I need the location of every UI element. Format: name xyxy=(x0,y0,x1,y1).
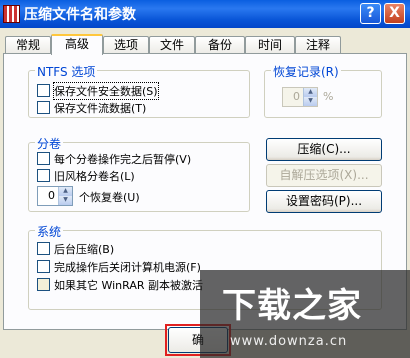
recovery-volumes-label: 个恢复卷(U) xyxy=(79,191,140,204)
tab-options[interactable]: 选项 xyxy=(103,36,149,54)
spin-up-icon[interactable]: ▲ xyxy=(304,88,317,97)
volumes-group-label: 分卷 xyxy=(35,135,64,152)
ntfs-group-label: NTFS 选项 xyxy=(35,63,98,80)
spinner-value: 0 xyxy=(293,90,300,103)
save-security-checkbox[interactable]: 保存文件安全数据(S) xyxy=(37,81,159,100)
watermark: 下载之家 www.downza.cn xyxy=(200,270,410,358)
window-title: 压缩文件名和参数 xyxy=(24,7,136,23)
old-style-names-checkbox[interactable]: 旧风格分卷名(L) xyxy=(37,168,135,183)
watermark-logo-text: 下载之家 xyxy=(222,286,362,326)
checkbox-box[interactable] xyxy=(37,84,50,97)
set-password-button[interactable]: 设置密码(P)... xyxy=(266,190,382,213)
checkbox-box[interactable] xyxy=(37,278,50,291)
checkbox-label: 如果其它 WinRAR 副本被激活 xyxy=(54,278,204,292)
tab-comment[interactable]: 注释 xyxy=(295,36,341,54)
save-streams-checkbox[interactable]: 保存文件流数据(T) xyxy=(37,100,146,115)
checkbox-label: 保存文件安全数据(S) xyxy=(53,81,159,100)
checkbox-box[interactable] xyxy=(37,169,50,182)
checkbox-label: 旧风格分卷名(L) xyxy=(54,169,135,183)
checkbox-label: 后台压缩(B) xyxy=(54,242,115,256)
checkbox-box[interactable] xyxy=(37,152,50,165)
checkbox-label: 保存文件流数据(T) xyxy=(54,101,147,115)
tab-time[interactable]: 时间 xyxy=(245,36,295,54)
checkbox-box[interactable] xyxy=(37,101,50,114)
spin-down-icon[interactable]: ▼ xyxy=(304,97,317,106)
system-group-label: 系统 xyxy=(35,223,64,240)
help-button[interactable]: ? xyxy=(360,3,381,24)
tab-backup[interactable]: 备份 xyxy=(195,36,245,54)
spinner-value: 0 xyxy=(48,189,55,202)
recovery-percent-spinner[interactable]: 0 ▲ ▼ xyxy=(282,87,318,107)
checkbox-box[interactable] xyxy=(37,260,50,273)
ntfs-group: NTFS 选项 保存文件安全数据(S) 保存文件流数据(T) xyxy=(28,63,250,118)
tab-general[interactable]: 常规 xyxy=(5,36,51,54)
spin-up-icon[interactable]: ▲ xyxy=(59,187,72,196)
sfx-options-button[interactable]: 自解压选项(X)... xyxy=(266,164,382,187)
close-button[interactable]: X xyxy=(384,3,405,24)
checkbox-label: 每个分卷操作完之后暂停(V) xyxy=(54,152,192,166)
volumes-group: 分卷 每个分卷操作完之后暂停(V) 旧风格分卷名(L) 0 ▲ ▼ 个恢复卷(U) xyxy=(28,135,250,212)
tab-files[interactable]: 文件 xyxy=(149,36,195,54)
background-archiving-checkbox[interactable]: 后台压缩(B) xyxy=(37,241,114,256)
title-bar: 压缩文件名和参数 ? X xyxy=(0,0,410,28)
wait-other-winrar-checkbox[interactable]: 如果其它 WinRAR 副本被激活 xyxy=(37,277,203,292)
shutdown-when-done-checkbox[interactable]: 完成操作后关闭计算机电源(F) xyxy=(37,259,201,274)
watermark-url: www.downza.cn xyxy=(230,334,348,349)
recovery-volumes-spinner[interactable]: 0 ▲ ▼ xyxy=(37,186,73,206)
checkbox-box[interactable] xyxy=(37,242,50,255)
recovery-group: 恢复记录(R) 0 ▲ ▼ % xyxy=(264,63,382,118)
pause-after-volume-checkbox[interactable]: 每个分卷操作完之后暂停(V) xyxy=(37,151,191,166)
winrar-icon xyxy=(3,5,20,23)
checkbox-label: 完成操作后关闭计算机电源(F) xyxy=(54,260,201,274)
tab-strip: 常规 高级 选项 文件 备份 时间 注释 xyxy=(0,34,410,55)
recovery-group-label: 恢复记录(R) xyxy=(271,63,341,80)
spin-down-icon[interactable]: ▼ xyxy=(59,196,72,205)
compress-options-button[interactable]: 压缩(C)... xyxy=(266,138,382,161)
tab-advanced[interactable]: 高级 xyxy=(51,34,103,55)
percent-unit: % xyxy=(323,90,334,103)
